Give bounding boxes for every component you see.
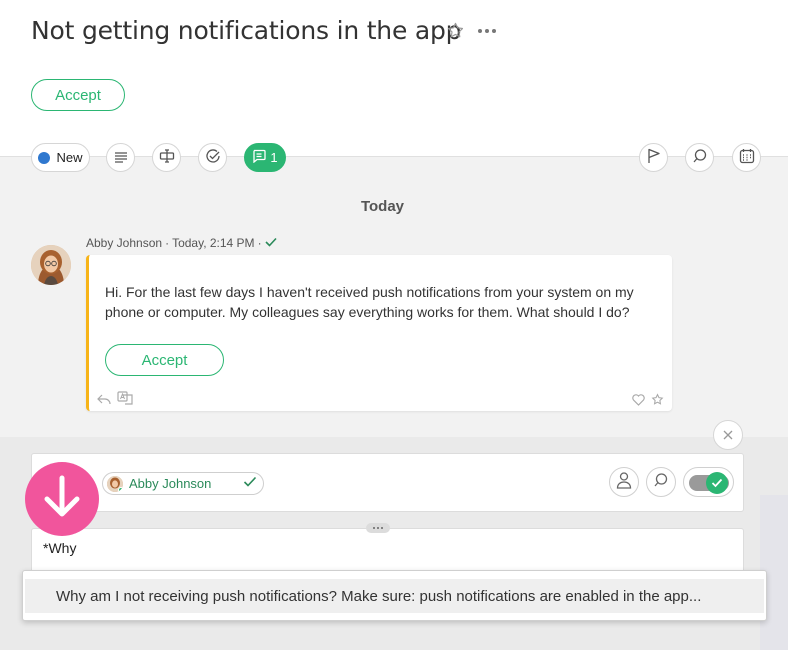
message-meta: Abby Johnson · Today, 2:14 PM · <box>86 236 277 250</box>
flag-icon <box>647 148 661 168</box>
resize-handle[interactable] <box>366 523 390 533</box>
field-icon <box>159 148 175 167</box>
meta-separator-dot: · <box>165 236 170 250</box>
online-indicator <box>118 486 123 492</box>
reply-icon[interactable] <box>97 390 111 409</box>
page-title: Not getting notifications in the app <box>31 16 462 45</box>
search-icon <box>692 148 708 168</box>
list-icon <box>114 148 128 167</box>
details-button[interactable] <box>106 143 135 172</box>
suggestion-item[interactable]: Why am I not receiving push notification… <box>25 579 764 613</box>
suggestion-dropdown: Why am I not receiving push notification… <box>22 570 767 621</box>
user-icon <box>616 471 632 493</box>
tasks-button[interactable] <box>198 143 227 172</box>
translate-icon[interactable] <box>117 390 133 409</box>
status-dot <box>38 151 51 164</box>
message-bubble: Hi. For the last few days I haven't rece… <box>86 255 672 411</box>
search-button[interactable] <box>685 143 714 172</box>
avatar[interactable] <box>31 245 71 285</box>
channel-toggle[interactable] <box>683 467 734 497</box>
calendar-button[interactable] <box>732 143 761 172</box>
message-accept-button[interactable]: Accept <box>105 344 224 376</box>
star-icon[interactable] <box>651 391 664 410</box>
search-icon <box>653 472 669 492</box>
accept-button[interactable]: Accept <box>31 79 125 111</box>
recipient-bar: Abby Johnson <box>31 453 744 512</box>
status-label: New <box>56 150 83 165</box>
chat-icon <box>252 149 267 166</box>
check-circle-icon <box>205 148 221 168</box>
day-separator: Today <box>360 198 405 215</box>
user-button[interactable] <box>609 467 639 497</box>
scroll-down-button[interactable] <box>25 462 99 536</box>
search-button[interactable] <box>646 467 676 497</box>
message-author[interactable]: Abby Johnson <box>86 236 162 250</box>
toggle-knob <box>706 472 728 494</box>
ticket-header: Not getting notifications in the app Acc… <box>0 0 788 157</box>
recipient-chip[interactable]: Abby Johnson <box>102 472 264 495</box>
recipient-avatar <box>107 475 123 492</box>
close-icon <box>722 426 734 445</box>
calendar-icon <box>739 148 755 168</box>
arrow-down-icon <box>42 475 82 523</box>
fields-button[interactable] <box>152 143 181 172</box>
chat-tab-button[interactable]: 1 <box>244 143 286 172</box>
star-icon[interactable] <box>446 21 465 40</box>
status-button[interactable]: New <box>31 143 90 172</box>
flag-button[interactable] <box>639 143 668 172</box>
heart-icon[interactable] <box>632 391 645 410</box>
close-composer-button[interactable] <box>713 420 743 450</box>
editor-text[interactable]: *Why <box>43 540 76 556</box>
message-text: Hi. For the last few days I haven't rece… <box>105 284 634 320</box>
delivered-check-icon <box>264 236 277 250</box>
more-icon[interactable] <box>477 28 497 34</box>
chat-count: 1 <box>270 150 278 165</box>
message-time: Today, 2:14 PM <box>172 236 255 250</box>
check-icon <box>243 476 257 491</box>
recipient-name: Abby Johnson <box>129 476 212 491</box>
meta-separator-dot: · <box>257 236 262 250</box>
